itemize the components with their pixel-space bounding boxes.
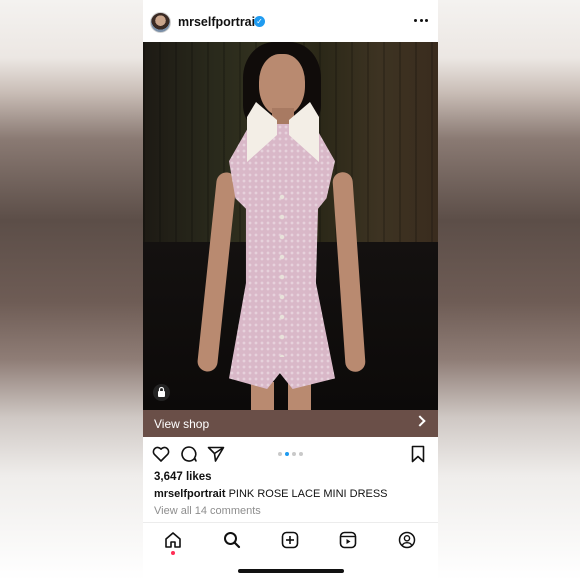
home-indicator (238, 569, 344, 573)
caption-text: PINK ROSE LACE MINI DRESS (228, 488, 388, 500)
carousel-dot (292, 452, 296, 456)
view-shop-bar[interactable]: View shop (143, 410, 438, 437)
home-icon[interactable] (164, 531, 182, 549)
view-shop-label: View shop (154, 416, 210, 431)
view-comments-link[interactable]: View all 14 comments (154, 505, 261, 517)
reels-icon[interactable] (339, 531, 357, 549)
carousel-dot (278, 452, 282, 456)
carousel-indicator (278, 452, 303, 456)
likes-count[interactable]: 3,647 likes (154, 471, 212, 483)
post-username[interactable]: mrselfportrait (178, 15, 259, 29)
verified-badge-icon: ✓ (254, 16, 265, 27)
carousel-dot (285, 452, 289, 456)
shopping-bag-icon[interactable] (153, 384, 170, 401)
create-icon[interactable] (281, 531, 299, 549)
more-options-icon[interactable] (414, 12, 428, 28)
chevron-right-icon (414, 415, 426, 427)
bottom-navigation (143, 522, 438, 556)
post-actions (143, 444, 438, 466)
profile-icon[interactable] (398, 531, 416, 549)
avatar[interactable] (150, 12, 171, 33)
notification-dot (171, 551, 175, 555)
model-face (259, 54, 305, 116)
carousel-dot (299, 452, 303, 456)
bookmark-icon[interactable] (408, 444, 428, 464)
post-caption: mrselfportrait PINK ROSE LACE MINI DRESS (154, 488, 388, 500)
instagram-post-screen: mrselfportrait ✓ View shop 3,647 likes m… (143, 0, 438, 580)
post-header: mrselfportrait ✓ (143, 0, 438, 42)
heart-icon[interactable] (151, 444, 171, 464)
send-icon[interactable] (206, 444, 226, 464)
comment-icon[interactable] (179, 444, 199, 464)
dress-buttons (279, 187, 285, 357)
post-photo[interactable] (143, 42, 438, 410)
search-icon[interactable] (223, 531, 241, 549)
caption-username[interactable]: mrselfportrait (154, 488, 226, 500)
